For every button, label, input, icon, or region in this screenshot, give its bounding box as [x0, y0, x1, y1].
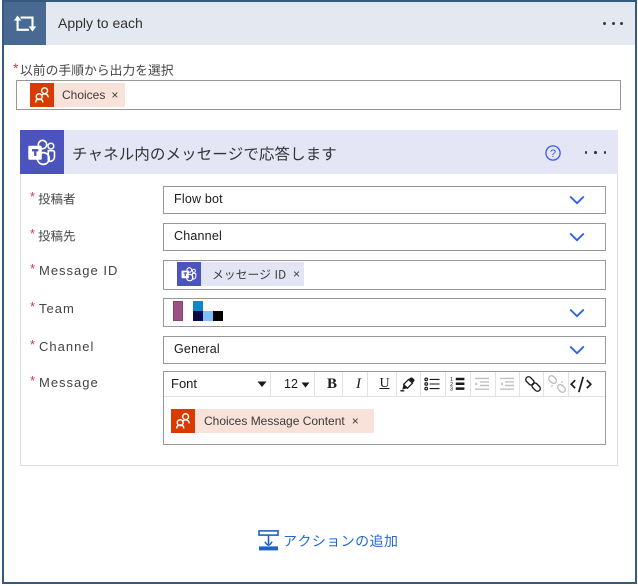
svg-text:3: 3: [450, 386, 453, 392]
svg-text:?: ?: [550, 148, 556, 160]
